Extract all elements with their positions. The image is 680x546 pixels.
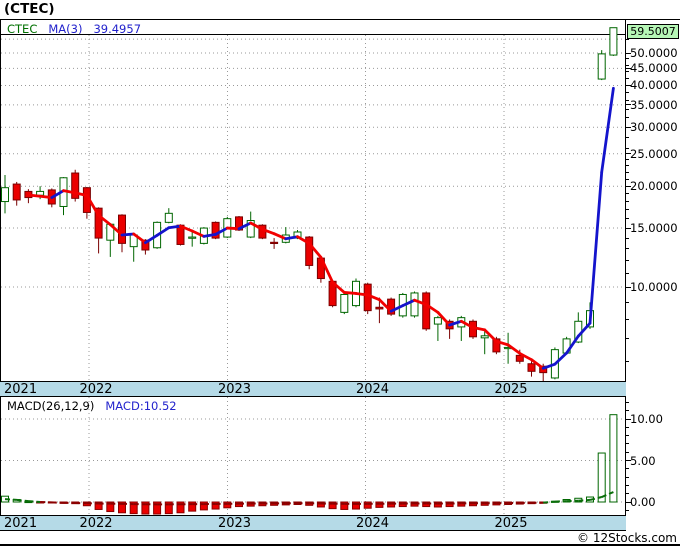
axis-tick xyxy=(625,435,629,437)
axis-tick xyxy=(625,136,629,138)
axis-tick xyxy=(625,401,629,403)
axis-tick xyxy=(625,360,629,362)
macd-chart-svg xyxy=(1,397,625,515)
axis-tick xyxy=(625,476,629,478)
axis-tick xyxy=(625,338,629,340)
axis-tick xyxy=(625,451,629,453)
price-legend: CTEC MA(3) 39.4957 xyxy=(7,22,152,36)
chart-title: (CTEC) xyxy=(4,1,55,17)
axis-tick xyxy=(625,484,629,486)
year-label: 2023 xyxy=(217,382,252,397)
axis-tick xyxy=(625,100,629,102)
axis-tick xyxy=(625,77,629,79)
year-label: 2025 xyxy=(494,516,528,531)
symbol-label: CTEC xyxy=(7,22,38,36)
macd-axis-label: 10.00 xyxy=(630,412,663,426)
price-chart-svg xyxy=(1,27,625,381)
axis-tick xyxy=(625,209,629,211)
x-axis-band-top: 2021 2022 2023 2024 2025 xyxy=(0,381,626,397)
price-axis-label: 15.0000 xyxy=(630,221,678,236)
macd-axis-label: 0.00 xyxy=(630,495,656,509)
axis-tick xyxy=(625,178,629,180)
axis-tick xyxy=(625,272,629,274)
axis-tick xyxy=(625,165,629,167)
axis-tick xyxy=(625,248,629,250)
macd-params-label: MACD(26,12,9) xyxy=(7,399,95,413)
price-axis-label: 30.0000 xyxy=(630,120,678,135)
axis-tick xyxy=(625,318,629,320)
axis-tick xyxy=(625,509,629,511)
year-label: 2024 xyxy=(355,516,390,531)
axis-tick xyxy=(625,64,629,66)
price-axis-label: 10.0000 xyxy=(630,280,678,294)
axis-tick xyxy=(625,147,629,149)
year-label: 2024 xyxy=(355,382,390,397)
axis-tick xyxy=(625,159,629,161)
year-label: 2022 xyxy=(79,382,113,397)
year-label: 2021 xyxy=(4,516,38,531)
axis-tick xyxy=(625,58,629,60)
price-axis-label: 35.0000 xyxy=(630,97,678,112)
last-price-badge: 59.5007 xyxy=(627,24,679,39)
axis-tick xyxy=(625,260,629,261)
year-label: 2022 xyxy=(79,516,113,531)
top-border-extension xyxy=(626,19,680,20)
axis-tick xyxy=(625,426,629,428)
macd-value-label: MACD:10.52 xyxy=(105,399,177,413)
axis-tick xyxy=(625,117,629,119)
macd-axis-label: 5.00 xyxy=(630,453,656,468)
price-axis-label: 25.0000 xyxy=(630,146,678,161)
axis-tick xyxy=(625,171,629,173)
price-axis-label: 40.0000 xyxy=(630,78,678,93)
ma-label: MA(3) xyxy=(48,22,83,36)
axis-tick xyxy=(625,108,629,110)
axis-tick xyxy=(625,301,629,303)
axis-tick xyxy=(625,493,629,495)
price-axis-label: 50.0000 xyxy=(630,46,678,60)
axis-tick xyxy=(625,468,629,470)
price-pane: CTEC MA(3) 39.4957 xyxy=(0,19,626,382)
axis-tick xyxy=(625,71,629,73)
year-label: 2023 xyxy=(217,516,252,531)
year-label: 2025 xyxy=(494,382,528,397)
price-axis-label: 20.0000 xyxy=(630,179,678,194)
axis-tick xyxy=(625,443,629,445)
macd-pane: MACD(26,12,9) MACD:10.52 xyxy=(0,396,626,516)
year-label: 2021 xyxy=(4,382,38,397)
axis-tick xyxy=(625,92,629,94)
axis-tick xyxy=(625,38,629,40)
watermark: © 12Stocks.com xyxy=(577,531,677,545)
axis-tick xyxy=(625,193,629,195)
price-axis-label: 45.0000 xyxy=(630,61,678,76)
axis-tick xyxy=(625,237,629,239)
x-axis-band-bottom: 2021 2022 2023 2024 2025 xyxy=(0,515,626,531)
macd-legend: MACD(26,12,9) MACD:10.52 xyxy=(7,399,188,413)
chart-root: (CTEC) CTEC MA(3) 39.4957 2021 2022 2023 2024… xyxy=(0,0,680,546)
axis-tick xyxy=(625,410,629,412)
axis-tick xyxy=(625,201,629,203)
ma-value: 39.4957 xyxy=(93,22,142,36)
axis-tick xyxy=(625,218,629,220)
